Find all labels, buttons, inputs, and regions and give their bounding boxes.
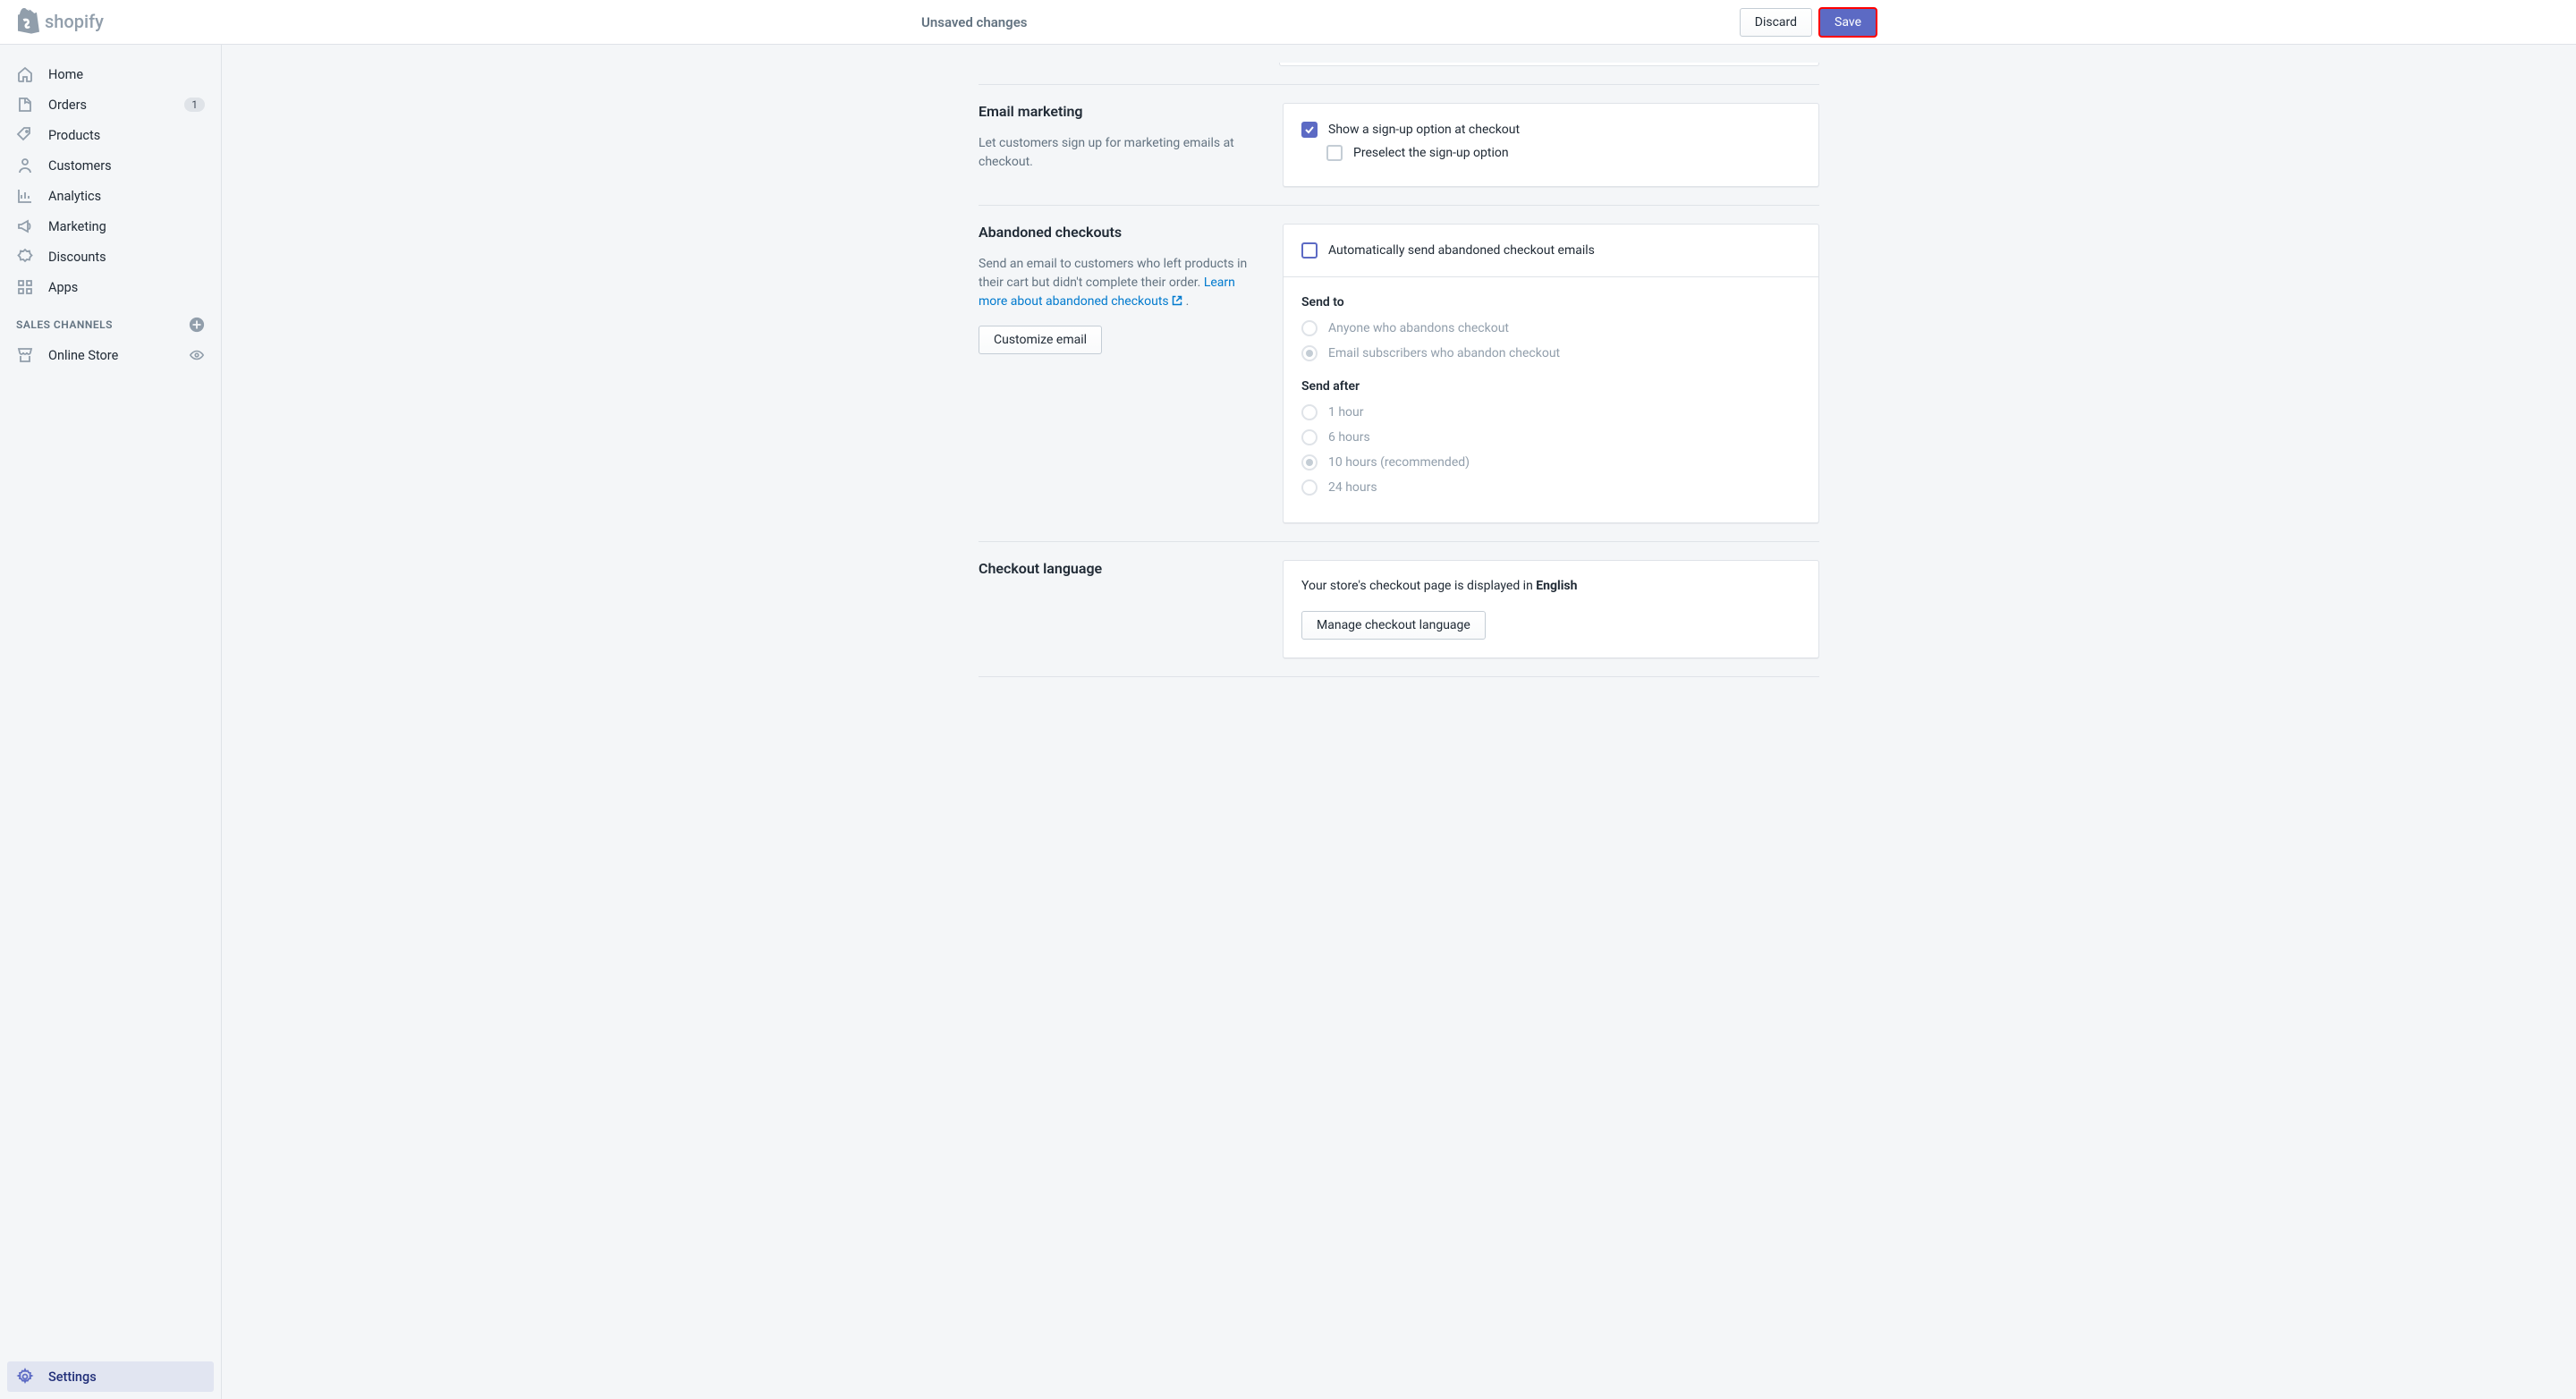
settings-icon (16, 1368, 34, 1386)
send-after-1hour-radio[interactable]: 1 hour (1301, 404, 1801, 420)
radio-label: 6 hours (1328, 430, 1370, 445)
radio-label: 1 hour (1328, 405, 1364, 420)
save-button[interactable]: Save (1819, 8, 1877, 37)
checkbox-checked-icon (1301, 122, 1318, 138)
sidebar-item-label: Products (48, 128, 205, 143)
sidebar-item-marketing[interactable]: Marketing (7, 211, 214, 242)
analytics-icon (16, 187, 34, 205)
section-email-marketing: Email marketing Let customers sign up fo… (979, 103, 1819, 187)
radio-selected-icon (1301, 454, 1318, 471)
sidebar-item-online-store[interactable]: Online Store (7, 340, 214, 370)
send-after-24hours-radio[interactable]: 24 hours (1301, 479, 1801, 496)
send-after-10hours-radio[interactable]: 10 hours (recommended) (1301, 454, 1801, 471)
section-divider (979, 676, 1819, 677)
sidebar-item-label: Discounts (48, 250, 205, 265)
unsaved-changes-label: Unsaved changes (921, 14, 1028, 30)
radio-icon (1301, 479, 1318, 496)
checkout-language-text: Your store's checkout page is displayed … (1301, 579, 1801, 593)
home-icon (16, 65, 34, 83)
sidebar-item-home[interactable]: Home (7, 59, 214, 89)
radio-icon (1301, 320, 1318, 336)
add-channel-icon[interactable] (189, 317, 205, 333)
section-description: Let customers sign up for marketing emai… (979, 134, 1265, 172)
discounts-icon (16, 248, 34, 266)
send-to-subscribers-radio[interactable]: Email subscribers who abandon checkout (1301, 345, 1801, 361)
current-language: English (1536, 579, 1577, 593)
section-divider (979, 205, 1819, 206)
radio-selected-icon (1301, 345, 1318, 361)
radio-label: 10 hours (recommended) (1328, 455, 1470, 470)
external-link-icon (1172, 295, 1182, 306)
products-icon (16, 126, 34, 144)
checkbox-label: Automatically send abandoned checkout em… (1328, 243, 1595, 258)
abandoned-checkouts-card: Automatically send abandoned checkout em… (1283, 224, 1819, 523)
svg-text:shopify: shopify (45, 11, 104, 32)
topbar: shopify Unsaved changes Discard Save (0, 0, 2576, 45)
sidebar-item-analytics[interactable]: Analytics (7, 181, 214, 211)
radio-label: Email subscribers who abandon checkout (1328, 346, 1560, 360)
sidebar-item-apps[interactable]: Apps (7, 272, 214, 302)
sidebar-item-orders[interactable]: Orders 1 (7, 89, 214, 120)
shopify-logo[interactable]: shopify (0, 8, 222, 37)
sidebar-item-settings[interactable]: Settings (7, 1361, 214, 1392)
sales-channels-header: SALES CHANNELS (7, 302, 214, 340)
send-after-6hours-radio[interactable]: 6 hours (1301, 429, 1801, 445)
desc-text: . (1182, 294, 1189, 309)
checkbox-outline-icon (1301, 242, 1318, 259)
checkbox-label: Show a sign-up option at checkout (1328, 123, 1520, 137)
checkbox-label: Preselect the sign-up option (1353, 146, 1509, 160)
show-signup-checkbox-row[interactable]: Show a sign-up option at checkout (1301, 122, 1801, 138)
orders-icon (16, 96, 34, 114)
section-divider (979, 84, 1819, 85)
sales-channels-label: SALES CHANNELS (16, 318, 113, 331)
card-divider (1284, 276, 1818, 277)
section-title: Abandoned checkouts (979, 224, 1265, 241)
manage-checkout-language-button[interactable]: Manage checkout language (1301, 611, 1486, 640)
radio-icon (1301, 404, 1318, 420)
checkout-language-card: Your store's checkout page is displayed … (1283, 560, 1819, 658)
apps-icon (16, 278, 34, 296)
previous-card-stub (1279, 63, 1819, 66)
radio-icon (1301, 429, 1318, 445)
section-title: Email marketing (979, 103, 1265, 120)
radio-label: Anyone who abandons checkout (1328, 321, 1509, 335)
sidebar-item-label: Settings (48, 1369, 205, 1385)
main-content: Email marketing Let customers sign up fo… (222, 0, 2576, 713)
checkbox-unchecked-icon (1326, 145, 1343, 161)
sidebar: Home Orders 1 Products Customers Analyti… (0, 45, 222, 1399)
auto-send-checkbox-row[interactable]: Automatically send abandoned checkout em… (1301, 242, 1801, 259)
section-description: Send an email to customers who left prod… (979, 255, 1265, 311)
send-after-label: Send after (1301, 379, 1801, 394)
sidebar-item-label: Apps (48, 280, 205, 295)
customize-email-button[interactable]: Customize email (979, 326, 1102, 354)
sidebar-item-products[interactable]: Products (7, 120, 214, 150)
sidebar-item-label: Analytics (48, 189, 205, 204)
section-divider (979, 541, 1819, 542)
online-store-icon (16, 346, 34, 364)
sidebar-item-discounts[interactable]: Discounts (7, 242, 214, 272)
send-to-anyone-radio[interactable]: Anyone who abandons checkout (1301, 320, 1801, 336)
sidebar-item-label: Orders (48, 98, 184, 113)
radio-label: 24 hours (1328, 480, 1377, 495)
marketing-icon (16, 217, 34, 235)
eye-icon[interactable] (189, 347, 205, 363)
sidebar-item-customers[interactable]: Customers (7, 150, 214, 181)
section-checkout-language: Checkout language Your store's checkout … (979, 560, 1819, 658)
sidebar-item-label: Marketing (48, 219, 205, 234)
section-title: Checkout language (979, 560, 1265, 577)
sidebar-item-label: Customers (48, 158, 205, 174)
preselect-signup-checkbox-row[interactable]: Preselect the sign-up option (1326, 145, 1801, 161)
customers-icon (16, 157, 34, 174)
section-abandoned-checkouts: Abandoned checkouts Send an email to cus… (979, 224, 1819, 523)
sidebar-item-label: Home (48, 67, 205, 82)
orders-badge: 1 (184, 98, 205, 112)
email-marketing-card: Show a sign-up option at checkout Presel… (1283, 103, 1819, 187)
discard-button[interactable]: Discard (1740, 8, 1812, 37)
sidebar-item-label: Online Store (48, 348, 189, 363)
send-to-label: Send to (1301, 295, 1801, 309)
